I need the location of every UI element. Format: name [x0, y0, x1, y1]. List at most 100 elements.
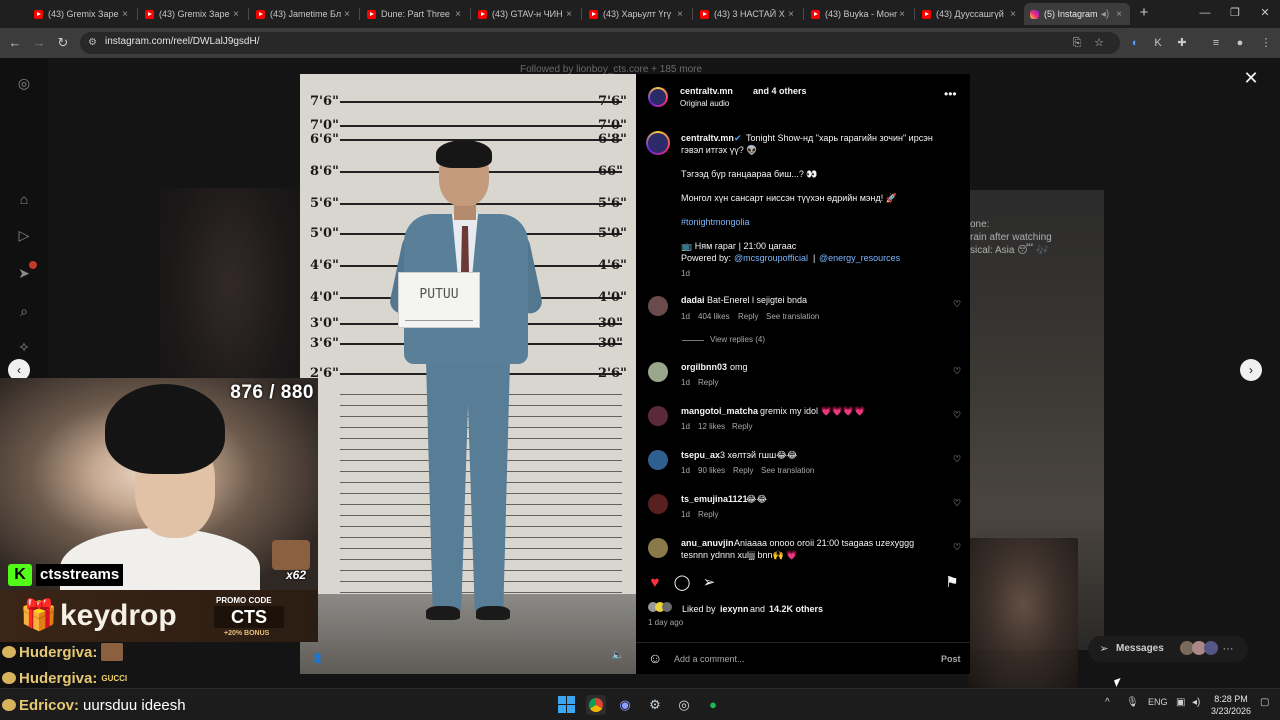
comment-avatar[interactable]	[648, 362, 668, 382]
comment-user[interactable]: dadai	[681, 294, 705, 306]
reload-button[interactable]: ↻	[54, 34, 72, 52]
add-comment-input[interactable]: Add a comment...	[674, 653, 745, 665]
obs-icon[interactable]: ◎	[674, 695, 694, 715]
browser-tab[interactable]: Dune: Part Three ×	[361, 3, 469, 25]
close-tab-icon[interactable]: ×	[897, 9, 907, 20]
browser-tab[interactable]: (43) GTAV-н ЧИН ×	[472, 3, 580, 25]
comment-likes[interactable]: 404 likes	[698, 311, 730, 323]
browser-tab[interactable]: (43) Дууссашгүй ×	[916, 3, 1024, 25]
comment-avatar[interactable]	[648, 538, 668, 558]
like-comment-icon[interactable]: ♡	[952, 498, 962, 508]
comment-likes[interactable]: 12 likes	[698, 421, 725, 433]
like-comment-icon[interactable]: ♡	[952, 410, 962, 420]
reply-button[interactable]: Reply	[733, 465, 753, 477]
close-tab-icon[interactable]: ×	[342, 9, 352, 20]
comment-user[interactable]: anu_anuvjin	[681, 537, 734, 549]
reply-button[interactable]: Reply	[698, 377, 718, 389]
comment-user[interactable]: ts_emujina1121	[681, 493, 748, 505]
like-comment-icon[interactable]: ♡	[952, 299, 962, 309]
browser-tab-active[interactable]: (5) Instagram ◂) ×	[1024, 3, 1130, 25]
coauthors-link[interactable]: and 4 others	[753, 85, 807, 97]
new-tab-button[interactable]: +	[1136, 5, 1152, 21]
next-arrow-icon[interactable]: ›	[1240, 359, 1262, 381]
restore-button[interactable]: ❐	[1220, 4, 1250, 22]
close-tab-icon[interactable]: ×	[120, 9, 130, 20]
close-tab-icon[interactable]: ×	[1008, 9, 1018, 20]
liked-by-user[interactable]: iexynn	[720, 603, 749, 615]
likes-count[interactable]: 14.2K others	[769, 603, 823, 615]
volume-icon[interactable]: 🔈	[610, 648, 626, 664]
network-icon[interactable]: ▣	[1176, 697, 1185, 708]
browser-tab[interactable]: (43) Харьулт Үгү ×	[583, 3, 691, 25]
kick-extension-icon[interactable]: K	[1150, 35, 1166, 51]
install-app-icon[interactable]: ⎘	[1070, 36, 1084, 50]
address-bar[interactable]: ⚙ instagram.com/reel/DWLalJ9gsdH/ ⎘ ☆	[80, 32, 1120, 54]
close-tab-icon[interactable]: ×	[231, 9, 241, 20]
microphone-icon[interactable]: 🎙	[1126, 697, 1139, 708]
like-comment-icon[interactable]: ♡	[952, 366, 962, 376]
sponsor-link[interactable]: @energy_resources	[819, 252, 900, 264]
windows-start-icon[interactable]	[557, 695, 577, 715]
browser-tab[interactable]: (43) Gremix Заре ×	[28, 3, 136, 25]
comment-user[interactable]: mangotoi_matcha	[681, 405, 758, 417]
browser-tab[interactable]: (43) Jametime Бл ×	[250, 3, 358, 25]
browser-tab[interactable]: (43) Gremix Заре ×	[139, 3, 247, 25]
media-controls-icon[interactable]: ≡	[1208, 35, 1224, 51]
close-tab-icon[interactable]: ×	[453, 9, 463, 20]
site-info-icon[interactable]: ⚙	[88, 37, 100, 49]
close-tab-icon[interactable]: ×	[564, 9, 574, 20]
sponsor-link[interactable]: @mcsgroupofficial	[734, 252, 808, 264]
close-tab-icon[interactable]: ×	[786, 9, 796, 20]
direct-icon[interactable]: ➤	[15, 261, 37, 282]
comment-avatar[interactable]	[648, 406, 668, 426]
volume-icon[interactable]: ◂)	[1192, 697, 1200, 708]
reply-button[interactable]: Reply	[738, 311, 758, 323]
reels-icon[interactable]: ▷	[15, 226, 33, 244]
comment-likes[interactable]: 90 likes	[698, 465, 725, 477]
search-icon[interactable]: ⌕	[15, 302, 33, 320]
chrome-icon[interactable]	[586, 695, 606, 715]
minimize-button[interactable]: —	[1190, 4, 1220, 22]
system-clock[interactable]: 8:28 PM 3/23/2026	[1206, 693, 1256, 717]
bookmark-star-icon[interactable]: ☆	[1092, 36, 1106, 50]
close-tab-icon[interactable]: ×	[675, 9, 685, 20]
messages-button[interactable]: ➢ Messages ···	[1088, 636, 1248, 662]
browser-tab[interactable]: (43) 3 НАСТАЙ Х ×	[694, 3, 802, 25]
instagram-logo-icon[interactable]: ◎	[15, 74, 33, 92]
more-options-icon[interactable]: •••	[944, 88, 957, 100]
close-window-button[interactable]: ✕	[1250, 4, 1280, 22]
explore-icon[interactable]: ✧	[15, 338, 33, 356]
hashtag-link[interactable]: #tonightmongolia	[681, 216, 750, 228]
like-comment-icon[interactable]: ♡	[952, 454, 962, 464]
close-tab-icon[interactable]: ×	[1114, 9, 1124, 20]
language-indicator[interactable]: ENG	[1148, 697, 1168, 707]
post-comment-button[interactable]: Post	[941, 653, 961, 665]
caption-author[interactable]: centraltv.mn	[681, 132, 734, 144]
author-avatar[interactable]	[648, 87, 668, 107]
comment-user[interactable]: orgilbnn03	[681, 361, 727, 373]
reply-button[interactable]: Reply	[698, 509, 718, 521]
notification-icon[interactable]: ▢	[1260, 697, 1269, 708]
comment-avatar[interactable]	[648, 296, 668, 316]
see-translation-button[interactable]: See translation	[766, 311, 819, 323]
like-comment-icon[interactable]: ♡	[952, 542, 962, 552]
tray-overflow-icon[interactable]: ^	[1105, 697, 1110, 708]
discord-icon[interactable]: ◉	[615, 695, 635, 715]
steam-icon[interactable]: ⚙	[645, 695, 665, 715]
share-icon[interactable]: ➢	[700, 574, 718, 592]
comment-user[interactable]: tsepu_ax	[681, 449, 720, 461]
save-bookmark-icon[interactable]: ⚑	[943, 574, 961, 592]
extensions-puzzle-icon[interactable]: ✚	[1174, 35, 1190, 51]
back-button[interactable]: ←	[6, 34, 24, 52]
author-name[interactable]: centraltv.mn	[680, 85, 733, 97]
view-replies-button[interactable]: View replies (4)	[710, 334, 765, 346]
reel-video[interactable]: 7'6" 7'6" 7'0" 7'0" 6'6" 6'8" 8'6" 66" 5'6" 5'6" 5…	[300, 74, 636, 674]
like-heart-icon[interactable]: ♥	[646, 574, 664, 592]
comment-icon[interactable]: ◯	[673, 574, 691, 592]
forward-button[interactable]: →	[30, 34, 48, 52]
emoji-icon[interactable]: ☺	[648, 651, 662, 665]
menu-kebab-icon[interactable]: ⋮	[1258, 35, 1274, 51]
profile-avatar-icon[interactable]: ●	[1232, 35, 1248, 51]
comment-avatar[interactable]	[648, 494, 668, 514]
extension-icon[interactable]: ◖	[1126, 35, 1142, 51]
